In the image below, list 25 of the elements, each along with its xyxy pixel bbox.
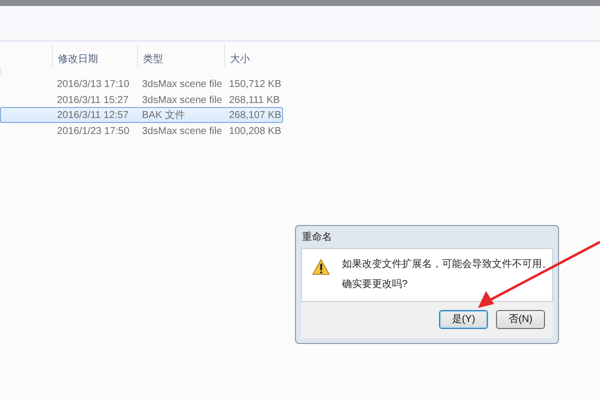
file-row[interactable]: 2016/3/11 15:27 3dsMax scene file 268,111 KB: [0, 92, 283, 107]
file-cell-text: 268,111 KB: [228, 94, 281, 108]
file-cell-text: 100,208 KB: [228, 124, 282, 138]
column-header[interactable]: 修改日期: [52, 44, 137, 67]
file-cell-text: 2016/1/23 17:50: [56, 124, 130, 138]
column-header[interactable]: 类型: [137, 44, 224, 67]
file-cell-text: BAK 文件: [141, 108, 186, 123]
file-cell-text: 3dsMax scene file: [141, 124, 224, 138]
no-button[interactable]: 否(N): [496, 310, 545, 329]
column-header[interactable]: 大小: [224, 44, 282, 67]
file-row[interactable]: 2016/1/23 17:50 3dsMax scene file 100,208 KB: [0, 122, 283, 138]
file-cell-text: 3dsMax scene file: [141, 78, 224, 92]
yes-button[interactable]: 是(Y): [439, 310, 488, 329]
file-cell-text: 2016/3/11 12:57: [56, 109, 130, 123]
confirm-question: 确实要更改吗?: [342, 280, 409, 290]
dialog-title: 重命名: [301, 230, 333, 245]
file-row[interactable]: 2016/3/11 12:57 BAK 文件 268,107 KB: [0, 107, 283, 122]
warning-icon: [312, 257, 330, 277]
file-cell-text: 3dsMax scene file: [141, 94, 224, 108]
file-cell-text: 2016/3/13 17:10: [56, 78, 130, 92]
file-row[interactable]: 2016/3/13 17:10 3dsMax scene file 150,712 KB: [0, 76, 283, 92]
file-cell-text: 150,712 KB: [228, 78, 282, 92]
file-cell-text: 2016/3/11 15:27: [56, 94, 130, 108]
file-cell-text: 268,107 KB: [228, 109, 282, 123]
warning-message: 如果改变文件扩展名，可能会导致文件不可用。: [342, 260, 552, 270]
